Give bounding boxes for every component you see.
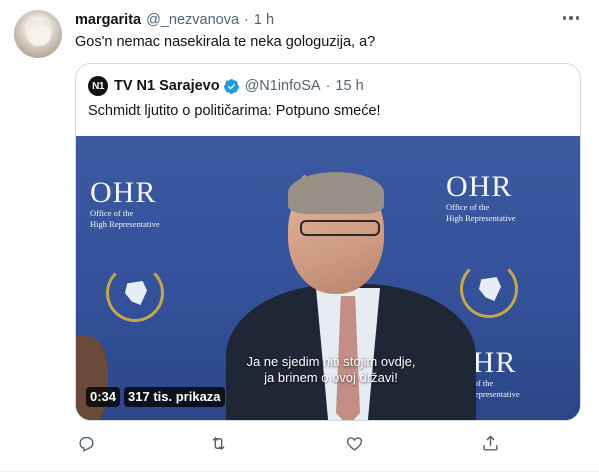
author-display-name[interactable]: margarita	[75, 12, 141, 28]
quoted-tweet-header: N1 TV N1 Sarajevo @N1infoSA · 15 h	[88, 76, 364, 96]
quoted-tweet-timestamp: 15 h	[335, 78, 364, 94]
tweet-timestamp[interactable]: 1 h	[254, 12, 274, 28]
video-meta: 0:34 317 tis. prikaza	[86, 387, 225, 407]
ohr-emblem	[106, 264, 164, 322]
video-duration: 0:34	[86, 387, 121, 407]
reply-button[interactable]	[75, 432, 97, 454]
video-view-count: 317 tis. prikaza	[124, 387, 225, 407]
background-figure	[76, 336, 108, 420]
tweet-text: Gos'n nemac nasekirala te neka gologuzij…	[75, 34, 376, 50]
video-subtitle: Ja ne sjedim niti stojim ovdje, ja brine…	[246, 354, 416, 385]
ohr-logo: OHR Office of the High Representative	[90, 176, 160, 230]
like-button[interactable]	[343, 432, 365, 454]
quoted-tweet-text: Schmidt ljutito o političarima: Potpuno …	[88, 103, 381, 119]
quoted-author-display-name: TV N1 Sarajevo	[114, 78, 220, 94]
retweet-icon	[211, 436, 225, 450]
quoted-author-avatar: N1	[88, 76, 108, 96]
retweet-button[interactable]	[207, 432, 229, 454]
video-player[interactable]: OHR Office of the High Representative OH…	[76, 136, 580, 420]
quoted-author-handle: @N1infoSA	[244, 78, 321, 94]
share-icon	[482, 434, 498, 451]
avatar[interactable]	[14, 10, 62, 58]
quoted-tweet[interactable]: N1 TV N1 Sarajevo @N1infoSA · 15 h Schmi…	[75, 63, 581, 421]
tweet-header: margarita @_nezvanova · 1 h	[75, 11, 274, 29]
reply-icon	[78, 436, 94, 452]
separator-dot: ·	[325, 78, 331, 94]
verified-badge-icon	[223, 78, 240, 95]
share-button[interactable]	[479, 432, 501, 454]
heart-icon	[346, 436, 362, 451]
more-icon[interactable]	[558, 8, 584, 28]
separator-dot: ·	[244, 12, 249, 28]
tweet[interactable]: margarita @_nezvanova · 1 h Gos'n nemac …	[0, 0, 599, 472]
avatar-cat-face	[27, 24, 51, 46]
tweet-actions	[75, 432, 505, 454]
author-handle[interactable]: @_nezvanova	[146, 12, 239, 28]
